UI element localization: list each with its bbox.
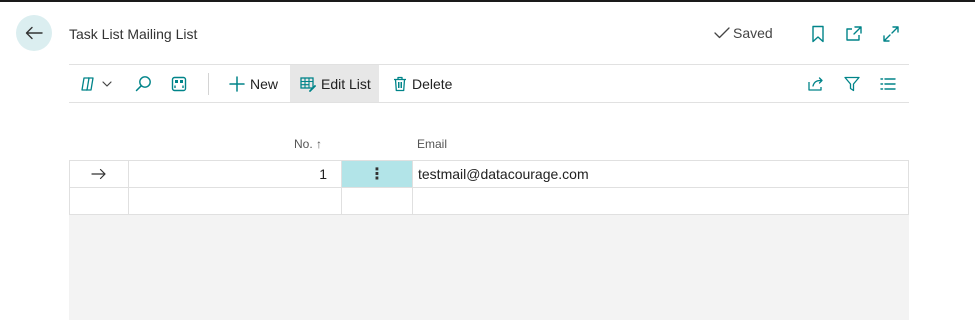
delete-button[interactable]: Delete (391, 65, 454, 102)
edit-list-icon (300, 76, 316, 92)
new-button[interactable]: New (225, 65, 282, 102)
search-icon (135, 76, 151, 92)
arrow-left-icon (25, 26, 43, 40)
row-menu-cell[interactable] (342, 188, 413, 214)
no-cell[interactable] (129, 188, 342, 214)
email-cell[interactable]: testmail@datacourage.com (413, 161, 908, 187)
column-header-email[interactable]: Email (417, 137, 447, 151)
search-button[interactable] (135, 65, 155, 102)
column-header-no-label: No. (294, 137, 313, 151)
back-button[interactable] (16, 15, 52, 51)
plus-icon (229, 75, 245, 92)
row-menu-button[interactable]: ⋮ (342, 161, 413, 187)
expand-button[interactable] (881, 24, 901, 44)
copilot-menu-button[interactable] (79, 65, 119, 102)
window-top-border (0, 0, 975, 2)
share-icon (808, 76, 823, 91)
chevron-down-icon (102, 80, 112, 87)
edit-list-label: Edit List (321, 75, 371, 92)
action-bar: New Edit List Delete (69, 64, 909, 103)
show-details-button[interactable] (171, 65, 191, 102)
list-view-icon (880, 77, 896, 90)
sort-ascending-icon: ↑ (316, 137, 323, 151)
open-new-window-button[interactable] (844, 24, 864, 44)
edit-list-button[interactable]: Edit List (290, 65, 379, 102)
row-indicator-cell (70, 188, 129, 214)
table-row[interactable]: 1 ⋮ testmail@datacourage.com (69, 160, 909, 188)
saved-label: Saved (733, 25, 773, 41)
checkmark-icon (714, 27, 730, 39)
column-header-no[interactable]: No. ↑ (294, 137, 322, 151)
copilot-icon (81, 76, 94, 91)
arrow-right-icon (91, 168, 106, 180)
list-grid: 1 ⋮ testmail@datacourage.com (69, 160, 909, 320)
bookmark-button[interactable] (808, 24, 828, 44)
delete-label: Delete (412, 75, 453, 92)
trash-icon (394, 76, 406, 91)
list-view-button[interactable] (880, 65, 900, 102)
share-button[interactable] (807, 65, 827, 102)
table-row-empty[interactable] (69, 187, 909, 215)
page-title: Task List Mailing List (69, 26, 198, 42)
action-bar-separator (208, 73, 209, 95)
filter-icon (844, 76, 860, 91)
saved-status: Saved (714, 25, 773, 41)
filter-button[interactable] (844, 65, 864, 102)
no-cell[interactable]: 1 (129, 161, 342, 187)
bookmark-icon (812, 25, 824, 43)
details-pane-icon (171, 76, 187, 91)
open-new-window-icon (846, 26, 862, 41)
email-cell[interactable] (413, 188, 908, 214)
row-indicator-cell (70, 161, 129, 187)
expand-icon (883, 26, 899, 42)
new-label: New (250, 75, 279, 92)
